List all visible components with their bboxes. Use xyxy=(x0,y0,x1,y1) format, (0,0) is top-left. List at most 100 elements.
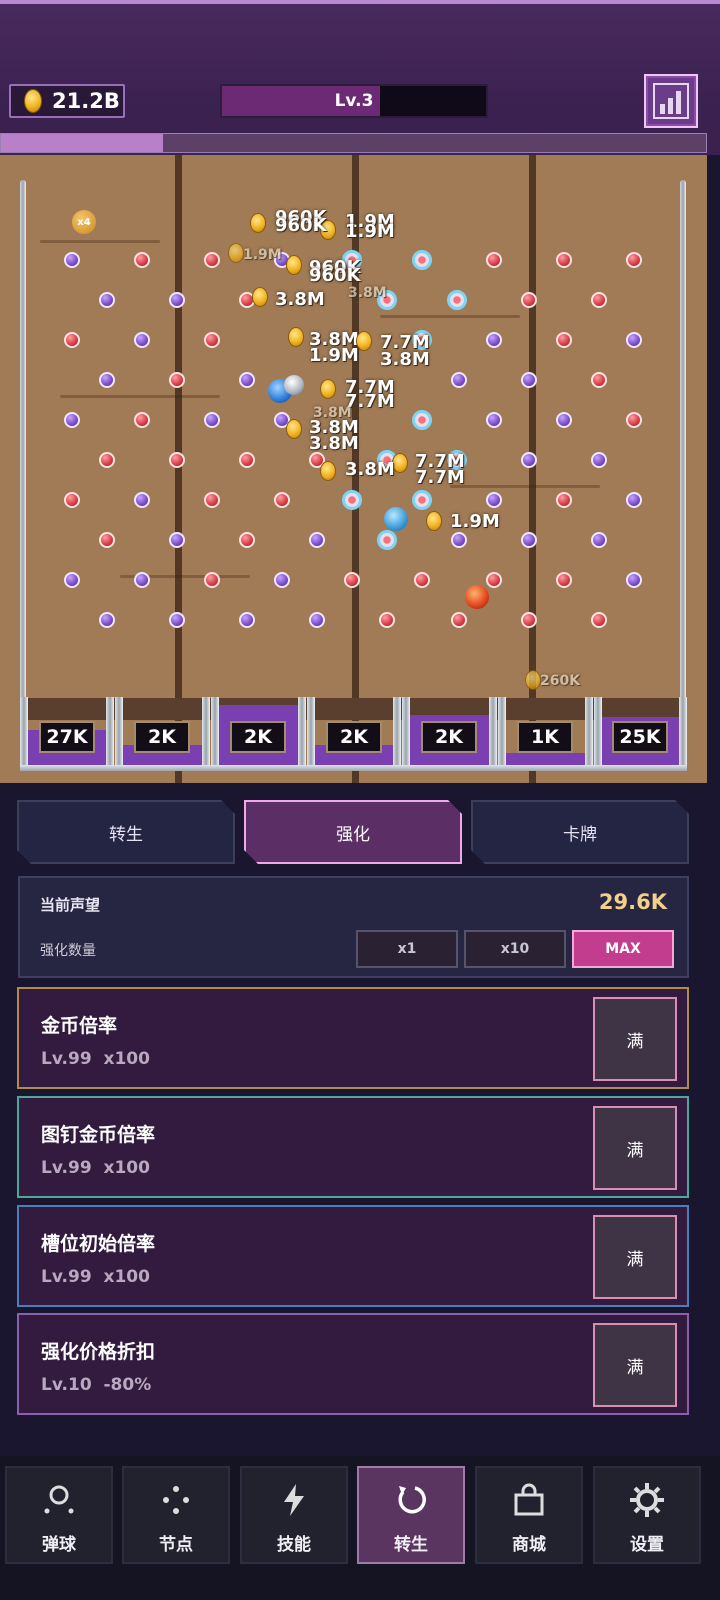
peg xyxy=(591,452,607,468)
peg xyxy=(626,492,642,508)
peg xyxy=(556,492,572,508)
peg xyxy=(626,412,642,428)
nav-shop[interactable]: 商城 xyxy=(475,1466,583,1564)
quantity-max-button[interactable]: MAX xyxy=(572,930,674,968)
peg xyxy=(99,292,115,308)
upgrade-name: 槽位初始倍率 xyxy=(41,1233,156,1255)
column-divider xyxy=(175,155,182,783)
tab-label: 卡牌 xyxy=(563,824,597,845)
peg xyxy=(626,252,642,268)
special-peg xyxy=(412,490,432,510)
coin-icon xyxy=(525,670,541,690)
peg xyxy=(99,612,115,628)
coin-icon xyxy=(252,287,268,307)
shop-bag-icon xyxy=(509,1480,549,1520)
slot-wall xyxy=(20,697,28,771)
peg xyxy=(134,412,150,428)
upgrade-level: Lv.99 x100 xyxy=(41,1049,150,1069)
peg xyxy=(239,612,255,628)
slot-header-strip xyxy=(27,698,682,720)
nav-pinball[interactable]: 弹球 xyxy=(5,1466,113,1564)
board-texture xyxy=(450,485,600,488)
stage-progress-fill xyxy=(1,134,164,152)
bar-chart-icon xyxy=(653,83,689,119)
upgrade-max-button[interactable]: 满 xyxy=(593,1323,677,1407)
special-peg xyxy=(342,490,362,510)
slot-value: 2K xyxy=(134,721,190,753)
peg xyxy=(169,292,185,308)
peg xyxy=(204,572,220,588)
peg xyxy=(134,252,150,268)
quantity-x1-button[interactable]: x1 xyxy=(356,930,458,968)
slot-wall xyxy=(202,697,210,771)
slot-value: 25K xyxy=(612,721,668,753)
floating-value: 1.9M xyxy=(450,511,500,532)
peg xyxy=(591,532,607,548)
special-peg xyxy=(412,250,432,270)
peg xyxy=(521,372,537,388)
stats-button[interactable] xyxy=(644,74,698,128)
peg xyxy=(309,612,325,628)
peg xyxy=(486,412,502,428)
slot-fill xyxy=(506,753,585,765)
upgrade-level: Lv.99 x100 xyxy=(41,1158,150,1178)
quantity-x10-button[interactable]: x10 xyxy=(464,930,566,968)
nav-skills[interactable]: 技能 xyxy=(240,1466,348,1564)
slot-value: 27K xyxy=(39,721,95,753)
peg xyxy=(556,412,572,428)
level-progress-bar: Lv.3 xyxy=(220,84,488,118)
bottom-nav: 弹球 节点 技能 转生 商城 设置 xyxy=(0,1456,720,1600)
peg xyxy=(521,532,537,548)
slot-wall xyxy=(307,697,315,771)
coin-icon xyxy=(320,461,336,481)
upgrade-max-button[interactable]: 满 xyxy=(593,1215,677,1299)
steel-ball xyxy=(284,375,304,395)
peg xyxy=(556,572,572,588)
upgrade-coin-multiplier: 金币倍率 Lv.99 x100 满 xyxy=(17,987,689,1089)
nav-nodes[interactable]: 节点 xyxy=(122,1466,230,1564)
prestige-panel: 当前声望 29.6K 强化数量 x1 x10 MAX xyxy=(18,876,689,978)
nav-label: 商城 xyxy=(512,1535,546,1555)
right-rail xyxy=(680,180,686,770)
floating-value: 1.9M xyxy=(243,247,282,263)
upgrade-name: 金币倍率 xyxy=(41,1015,118,1037)
rebirth-icon xyxy=(391,1480,431,1520)
coin-balance-value: 21.2B xyxy=(52,89,120,113)
floating-value: 3.8M xyxy=(275,289,325,310)
special-peg xyxy=(447,290,467,310)
peg xyxy=(486,332,502,348)
peg xyxy=(169,452,185,468)
peg xyxy=(626,332,642,348)
tab-upgrade[interactable]: 强化 xyxy=(244,800,462,864)
peg xyxy=(451,532,467,548)
board-texture xyxy=(40,240,160,243)
tab-rebirth[interactable]: 转生 xyxy=(17,800,235,864)
peg xyxy=(99,452,115,468)
peg xyxy=(556,252,572,268)
upgrade-max-button[interactable]: 满 xyxy=(593,1106,677,1190)
peg xyxy=(521,292,537,308)
slot-wall xyxy=(211,697,219,771)
slot-wall xyxy=(585,697,593,771)
slot-wall xyxy=(489,697,497,771)
peg xyxy=(64,412,80,428)
nav-rebirth[interactable]: 转生 xyxy=(357,1466,465,1564)
board-floor xyxy=(20,765,687,771)
slot-wall xyxy=(498,697,506,771)
slot-wall xyxy=(298,697,306,771)
prestige-value: 29.6K xyxy=(598,890,667,914)
pachinko-board[interactable]: x4 960K 1.9M 960K 1.9M 1.9M 960K 960K 3.… xyxy=(0,155,707,783)
quantity-label: 强化数量 xyxy=(40,943,96,959)
upgrade-name: 强化价格折扣 xyxy=(41,1341,156,1363)
tab-cards[interactable]: 卡牌 xyxy=(471,800,689,864)
peg xyxy=(204,252,220,268)
upgrade-max-button[interactable]: 满 xyxy=(593,997,677,1081)
nav-settings[interactable]: 设置 xyxy=(593,1466,701,1564)
peg xyxy=(591,292,607,308)
multiplier-badge: x4 xyxy=(77,216,91,228)
floating-value: 960K xyxy=(275,215,327,236)
upgrade-pin-coin-multiplier: 图钉金币倍率 Lv.99 x100 满 xyxy=(17,1096,689,1198)
upgrade-level: Lv.99 x100 xyxy=(41,1267,150,1287)
slot-wall xyxy=(393,697,401,771)
peg xyxy=(309,532,325,548)
